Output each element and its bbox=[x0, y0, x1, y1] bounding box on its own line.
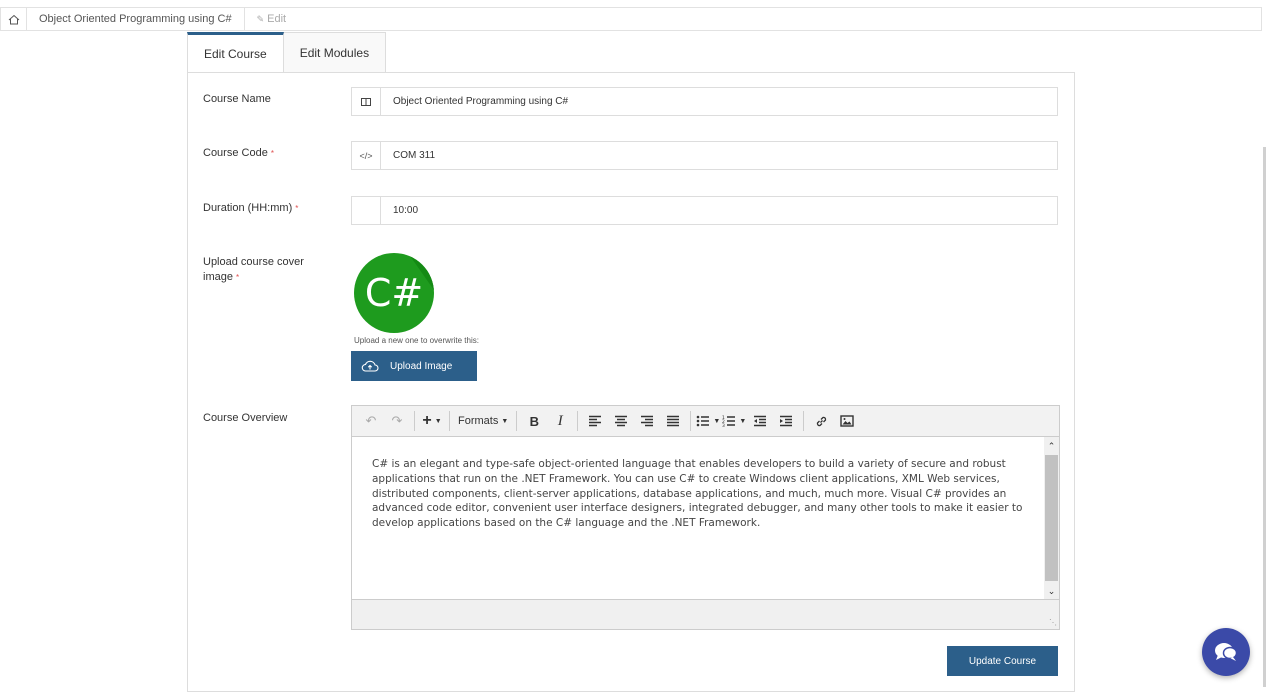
formats-dropdown[interactable]: Formats ▼ bbox=[454, 409, 512, 433]
cover-image-label: Upload course cover image * bbox=[203, 256, 304, 283]
course-overview-label: Course Overview bbox=[203, 412, 288, 424]
rich-text-editor: ↶ ↷ + ▼ Formats ▼ B I ▼ 1 2 3 ▼ C# is an eleg… bbox=[351, 405, 1060, 630]
insert-icon[interactable]: + ▼ bbox=[419, 409, 445, 433]
italic-icon[interactable]: I bbox=[547, 409, 573, 433]
editor-scrollbar[interactable]: ⌃ ⌄ bbox=[1044, 437, 1059, 600]
image-icon[interactable] bbox=[834, 409, 860, 433]
tab-edit-course[interactable]: Edit Course bbox=[187, 32, 284, 72]
course-code-field[interactable]: </> COM 311 bbox=[351, 141, 1058, 170]
align-left-icon[interactable] bbox=[582, 409, 608, 433]
home-icon[interactable] bbox=[1, 8, 27, 30]
tab-edit-modules[interactable]: Edit Modules bbox=[283, 32, 387, 72]
scroll-up-icon[interactable]: ⌃ bbox=[1044, 439, 1059, 453]
undo-icon[interactable]: ↶ bbox=[358, 409, 384, 433]
course-cover-image: C# bbox=[354, 253, 434, 333]
editor-statusbar: ⋱ bbox=[352, 599, 1059, 629]
editor-toolbar: ↶ ↷ + ▼ Formats ▼ B I ▼ 1 2 3 ▼ bbox=[352, 406, 1059, 437]
cover-image-text: C# bbox=[364, 271, 424, 315]
redo-icon[interactable]: ↷ bbox=[384, 409, 410, 433]
upload-image-button[interactable]: Upload Image bbox=[351, 351, 477, 381]
outdent-icon[interactable] bbox=[747, 409, 773, 433]
align-justify-icon[interactable] bbox=[660, 409, 686, 433]
resize-grip-icon[interactable]: ⋱ bbox=[1049, 618, 1057, 627]
svg-text:3: 3 bbox=[722, 423, 725, 427]
upload-image-label: Upload Image bbox=[390, 360, 453, 372]
required-marker: * bbox=[295, 204, 299, 213]
link-icon[interactable] bbox=[808, 409, 834, 433]
course-name-label: Course Name bbox=[203, 93, 271, 105]
tab-bar: Edit Course Edit Modules bbox=[187, 32, 387, 73]
bold-icon[interactable]: B bbox=[521, 409, 547, 433]
align-right-icon[interactable] bbox=[634, 409, 660, 433]
update-course-button[interactable]: Update Course bbox=[947, 646, 1058, 676]
duration-field[interactable]: 10:00 bbox=[351, 196, 1058, 225]
breadcrumb-course-link[interactable]: Object Oriented Programming using C# bbox=[27, 8, 245, 30]
breadcrumb: Object Oriented Programming using C# ✎ E… bbox=[0, 7, 1262, 31]
course-code-value[interactable]: COM 311 bbox=[381, 150, 435, 161]
course-name-value[interactable]: Object Oriented Programming using C# bbox=[381, 96, 568, 107]
cloud-upload-icon bbox=[361, 360, 379, 372]
numbered-list-icon[interactable]: 1 2 3 ▼ bbox=[721, 409, 747, 433]
duration-value[interactable]: 10:00 bbox=[381, 205, 418, 216]
columns-icon bbox=[352, 88, 381, 115]
chat-bubble-icon bbox=[1215, 643, 1238, 661]
upload-hint: Upload a new one to overwrite this: bbox=[354, 336, 479, 345]
indent-icon[interactable] bbox=[773, 409, 799, 433]
course-code-label: Course Code * bbox=[203, 147, 275, 159]
required-marker: * bbox=[236, 273, 240, 282]
code-icon: </> bbox=[352, 142, 381, 169]
required-marker: * bbox=[270, 149, 275, 158]
duration-label: Duration (HH:mm) * bbox=[203, 202, 299, 214]
duration-addon bbox=[352, 197, 381, 224]
course-name-field[interactable]: Object Oriented Programming using C# bbox=[351, 87, 1058, 116]
breadcrumb-current: ✎ Edit bbox=[245, 8, 299, 30]
breadcrumb-current-label: Edit bbox=[267, 13, 287, 25]
scroll-down-icon[interactable]: ⌄ bbox=[1044, 584, 1059, 598]
chat-widget-button[interactable] bbox=[1202, 628, 1250, 676]
editor-scroll-thumb[interactable] bbox=[1045, 455, 1058, 581]
bullet-list-icon[interactable]: ▼ bbox=[695, 409, 721, 433]
edit-icon: ✎ bbox=[256, 13, 265, 24]
align-center-icon[interactable] bbox=[608, 409, 634, 433]
editor-content[interactable]: C# is an elegant and type-safe object-or… bbox=[352, 437, 1045, 600]
